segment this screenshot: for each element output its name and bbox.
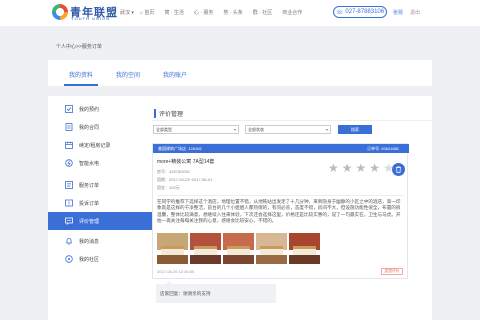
review-photo[interactable] [190,233,221,264]
sidebar-item-complaints[interactable]: 投诉订单 [48,194,152,212]
sidebar-item-label: 我的合同 [79,124,100,131]
sidebar-item-contracts[interactable]: 我的合同 [48,118,152,136]
nav-service[interactable]: 心 · 服务 [194,9,213,16]
tab-my-account[interactable]: 我的账户 [163,70,187,79]
review-photo[interactable] [157,233,188,264]
star-icon: ★ [341,161,353,175]
status-filter-select[interactable]: 全部状态 ▾ [245,125,331,134]
sidebar-item-smart-utilities[interactable]: 智能水电 [48,154,152,172]
checklist-icon [65,105,73,113]
chevron-down-icon: ▾ [325,127,328,132]
review-text: 在同学的推荐下选择这个酒店，地理位置不错，从地铁站出发走了十几分钟，来到隐身于幽… [157,199,401,224]
nav-community[interactable]: 群 · 社区 [253,9,272,16]
username-link[interactable]: 张昆 [393,9,403,16]
review-photo[interactable] [223,233,254,264]
top-header: 青年联盟 YOUTH UNION 武汉 ▾ ⌂ 首页 寓 · 生活 心 · 服务… [0,0,480,26]
phone-icon: ☏ [335,9,344,16]
review-date: 2017-08-29 12:30:00 [157,269,195,274]
type-filter-value: 全部类型 [156,126,172,132]
breadcrumb: 个人中心>>服务订单 [56,44,102,50]
sidebar-item-appointments[interactable]: 我的预约 [48,100,152,118]
sidebar-item-community[interactable]: 我的社区 [48,250,152,268]
review-photos [157,233,320,264]
tab-my-profile[interactable]: 我的资料 [69,70,93,79]
sidebar-item-label: 续定/租房记录 [79,142,111,149]
sidebar-item-label: 服务订单 [79,182,100,189]
room-title: more+精装公寓 7A型14套 [157,159,215,165]
star-icon: ★ [355,161,367,175]
bell-icon [65,237,73,245]
divider [157,195,403,196]
delete-review-button[interactable] [392,163,405,176]
nav-news[interactable]: 势 · 头条 [223,9,242,16]
star-rating: ★ ★ ★ ★ ★ [328,162,394,174]
sidebar-item-label: 评价管理 [79,218,100,225]
append-review-button[interactable]: 追加评价 [381,268,403,275]
city-selector[interactable]: 武汉 ▾ [120,9,134,16]
sidebar: 我的预约 我的合同 续定/租房记录 智能水电 服务订单 投诉订单 评价管理 我的… [48,96,152,320]
review-card-header: 美国建筑广场店 12A301 订单号: 20641881 [153,144,409,153]
service-order-icon [65,181,73,189]
room-number: 房号：43378/0091 [157,169,191,174]
review-photo[interactable] [256,233,287,264]
water-electric-icon [65,159,73,167]
star-icon: ★ [369,161,381,175]
divider [152,120,432,121]
review-card: 美国建筑广场店 12A301 订单号: 20641881 more+精装公寓 7… [152,143,409,279]
section-title: 评价管理 [154,109,183,118]
main-nav: ⌂ 首页 寓 · 生活 心 · 服务 势 · 头条 群 · 社区 商业合作 [140,9,302,16]
logout-link[interactable]: 退出 [410,9,420,16]
rent-amount: 租金：102元 [157,185,180,190]
sidebar-item-label: 我的消息 [79,238,100,245]
nav-business[interactable]: 商业合作 [282,9,302,16]
logo-mark-icon [52,4,68,20]
hotel-name: 美国建筑广场店 12A301 [158,146,203,151]
order-number: 订单号: 20641881 [367,146,400,151]
chevron-down-icon: ▾ [233,127,236,132]
hotline-number: 027-87883106 [345,9,385,15]
review-icon [65,217,73,225]
contract-icon [65,123,73,131]
sidebar-item-rental-records[interactable]: 续定/租房记录 [48,136,152,154]
hotline-button[interactable]: ☏ 027-87883106 [333,6,387,18]
complaint-icon [65,199,73,207]
community-icon [65,255,73,263]
search-button[interactable]: 搜索 [338,125,372,134]
nav-home[interactable]: ⌂ 首页 [140,9,154,16]
sidebar-item-label: 我的社区 [79,256,100,263]
sidebar-item-service-orders[interactable]: 服务订单 [48,176,152,194]
nav-life[interactable]: 寓 · 生活 [164,9,183,16]
status-filter-value: 全部状态 [248,126,264,132]
review-photo[interactable] [289,233,320,264]
active-tab-indicator [64,84,98,86]
reply-text: 店家回复：谢谢亲的支持 [156,281,276,303]
logo-subtext: YOUTH UNION [71,16,110,21]
star-icon: ★ [328,161,339,175]
type-filter-select[interactable]: 全部类型 ▾ [153,125,239,134]
sidebar-item-messages[interactable]: 我的消息 [48,232,152,250]
merchant-reply: 店家回复：谢谢亲的支持 [152,281,408,305]
sidebar-item-label: 智能水电 [79,160,100,167]
sidebar-item-label: 我的预约 [79,106,100,113]
sidebar-item-reviews[interactable]: 评价管理 [48,212,152,230]
profile-tabs: 我的资料 我的空间 我的账户 [48,60,432,86]
trash-icon [396,166,401,173]
calendar-icon [65,141,73,149]
tab-my-space[interactable]: 我的空间 [116,70,140,79]
lease-period: 租期：2017-04-23~2017-06-01 [157,177,213,182]
sidebar-item-label: 投诉订单 [79,200,100,207]
logo[interactable]: 青年联盟 YOUTH UNION [52,4,122,22]
